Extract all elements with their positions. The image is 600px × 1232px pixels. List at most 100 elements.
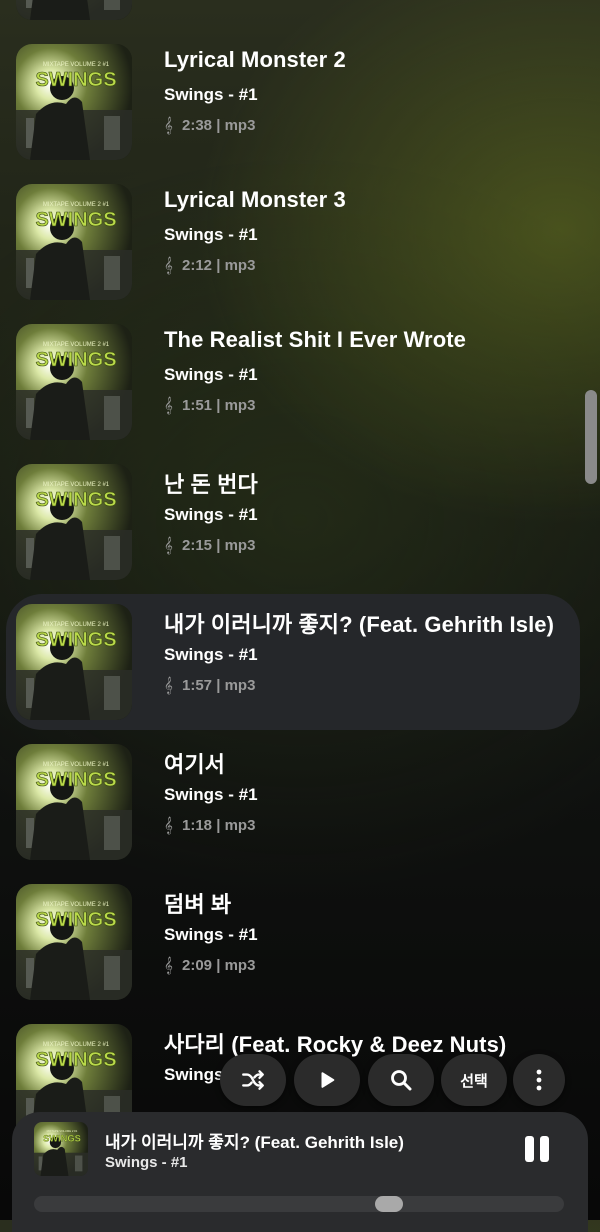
track-meta: 𝄞 2:09 | mp3 (164, 957, 255, 974)
album-art-image: MIXTAPE VOLUME 2 #1 SWINGS (16, 324, 132, 440)
track-artist: Swings - #1 (164, 85, 258, 104)
track-title: 난 돈 번다 (164, 472, 258, 497)
track-artist: Swings - #1 (164, 645, 258, 664)
track-row[interactable]: MIXTAPE VOLUME 2 #1 SWINGS 여기서 Swings - #… (6, 734, 580, 870)
track-row[interactable]: MIXTAPE VOLUME 2 #1 SWINGS Lyrical Monst… (6, 34, 580, 170)
album-art-caption: MIXTAPE VOLUME 2 #1 (43, 762, 110, 768)
track-title: 여기서 (164, 752, 226, 777)
progress-bar[interactable] (34, 1196, 564, 1212)
now-playing-artist: Swings - #1 (105, 1154, 188, 1171)
shuffle-icon (242, 1070, 264, 1090)
album-art-image: MIXTAPE VOLUME 2 #1 SWINGS (34, 1122, 88, 1176)
track-meta: 𝄞 2:38 | mp3 (164, 117, 255, 134)
album-art-image: MIXTAPE VOLUME 2 #1 SWINGS (16, 184, 132, 300)
album-art-caption: MIXTAPE VOLUME 2 #1 (43, 342, 110, 348)
track-meta: 𝄞 1:51 | mp3 (164, 397, 255, 414)
music-note-icon: 𝄞 (164, 957, 173, 974)
pause-icon (525, 1136, 534, 1162)
meta-separator: | (212, 257, 225, 274)
track-format: mp3 (224, 537, 256, 554)
scrollbar-thumb[interactable] (585, 390, 597, 484)
album-art-wordmark: SWINGS (35, 909, 116, 931)
track-album-art: MIXTAPE VOLUME 2 #1 SWINGS (16, 744, 132, 860)
album-art-image: MIXTAPE VOLUME 2 #1 SWINGS (16, 884, 132, 1000)
album-art-caption: MIXTAPE VOLUME 2 #1 (47, 1129, 78, 1133)
now-playing-title: 내가 이러니까 좋지? (Feat. Gehrith Isle) (105, 1133, 404, 1152)
music-note-icon: 𝄞 (164, 117, 173, 134)
track-row[interactable]: MIXTAPE VOLUME 2 #1 SWINGS 덤벼 봐 Swings - … (6, 874, 580, 1010)
album-art-wordmark: SWINGS (35, 209, 116, 231)
album-art-image: MIXTAPE VOLUME 2 #1 SWINGS (16, 604, 132, 720)
track-row[interactable]: MIXTAPE VOLUME 2 #1 SWINGS 난 돈 번다 Swings … (6, 454, 580, 590)
track-duration: 1:51 (182, 397, 213, 414)
track-format: mp3 (224, 817, 256, 834)
track-format: mp3 (224, 397, 256, 414)
select-button-label: 선택 (460, 1072, 488, 1090)
track-title: Lyrical Monster 3 (164, 187, 346, 212)
track-album-art: MIXTAPE VOLUME 2 #1 SWINGS (16, 44, 132, 160)
track-format: mp3 (224, 677, 256, 694)
track-title: Lyrical Monster 2 (164, 47, 346, 72)
more-options-button[interactable] (513, 1054, 565, 1106)
progress-handle[interactable] (375, 1196, 403, 1212)
track-row[interactable]: MIXTAPE VOLUME 2 #1 SWINGS 𝄞2:05 | mp3 (6, 0, 580, 30)
track-album-art: MIXTAPE VOLUME 2 #1 SWINGS (16, 884, 132, 1000)
mini-player[interactable]: MIXTAPE VOLUME 2 #1 SWINGS 내가 이러니까 좋지? (… (12, 1112, 588, 1232)
track-artist: Swings - #1 (164, 785, 258, 804)
album-art-image: MIXTAPE VOLUME 2 #1 SWINGS (16, 44, 132, 160)
track-title: 내가 이러니까 좋지? (Feat. Gehrith Isle) (164, 612, 555, 637)
track-meta: 𝄞 1:57 | mp3 (164, 677, 255, 694)
track-artist: Swings - #1 (164, 925, 258, 944)
album-art-wordmark: SWINGS (43, 1134, 81, 1144)
music-note-icon: 𝄞 (164, 537, 173, 554)
meta-separator: | (212, 677, 225, 694)
shuffle-button[interactable] (220, 1054, 286, 1106)
track-meta: 𝄞 2:15 | mp3 (164, 537, 255, 554)
meta-separator: | (212, 957, 225, 974)
meta-separator: | (212, 537, 225, 554)
album-art-image: MIXTAPE VOLUME 2 #1 SWINGS (16, 464, 132, 580)
album-art-caption: MIXTAPE VOLUME 2 #1 (43, 482, 110, 488)
track-artist: Swings - #1 (164, 225, 258, 244)
search-button[interactable] (368, 1054, 434, 1106)
track-format: mp3 (224, 257, 256, 274)
track-duration: 1:18 (182, 817, 213, 834)
track-album-art: MIXTAPE VOLUME 2 #1 SWINGS (16, 324, 132, 440)
album-art-caption: MIXTAPE VOLUME 2 #1 (43, 902, 110, 908)
track-album-art: MIXTAPE VOLUME 2 #1 SWINGS (16, 0, 132, 20)
music-note-icon: 𝄞 (164, 817, 173, 834)
pause-button[interactable] (525, 1136, 553, 1162)
play-all-button[interactable] (294, 1054, 360, 1106)
track-duration: 2:15 (182, 537, 213, 554)
track-duration: 2:09 (182, 957, 213, 974)
track-row[interactable]: MIXTAPE VOLUME 2 #1 SWINGS 내가 이러니까 좋지? (… (6, 594, 580, 730)
album-art-caption: MIXTAPE VOLUME 2 #1 (43, 62, 110, 68)
meta-separator: | (212, 817, 225, 834)
album-art-wordmark: SWINGS (35, 349, 116, 371)
music-note-icon: 𝄞 (164, 397, 173, 414)
track-artist: Swings - #1 (164, 365, 258, 384)
track-format: mp3 (224, 957, 256, 974)
play-icon (321, 1072, 335, 1088)
search-icon (391, 1070, 412, 1091)
select-button[interactable]: 선택 (441, 1054, 507, 1106)
track-duration: 2:38 (182, 117, 213, 134)
action-toolbar: 선택 (0, 1054, 600, 1108)
track-format: mp3 (224, 117, 256, 134)
track-album-art: MIXTAPE VOLUME 2 #1 SWINGS (16, 604, 132, 720)
meta-separator: | (212, 117, 225, 134)
now-playing-album-art: MIXTAPE VOLUME 2 #1 SWINGS (34, 1122, 88, 1176)
album-art-caption: MIXTAPE VOLUME 2 #1 (43, 1042, 110, 1048)
album-art-image: MIXTAPE VOLUME 2 #1 SWINGS (16, 0, 132, 20)
track-meta: 𝄞 2:12 | mp3 (164, 257, 255, 274)
track-title: 덤벼 봐 (164, 892, 232, 917)
track-row[interactable]: MIXTAPE VOLUME 2 #1 SWINGS Lyrical Monst… (6, 174, 580, 310)
album-art-caption: MIXTAPE VOLUME 2 #1 (43, 622, 110, 628)
album-art-wordmark: SWINGS (35, 489, 116, 511)
music-note-icon: 𝄞 (164, 677, 173, 694)
track-row[interactable]: MIXTAPE VOLUME 2 #1 SWINGS The Realist S… (6, 314, 580, 450)
track-duration: 1:57 (182, 677, 213, 694)
track-album-art: MIXTAPE VOLUME 2 #1 SWINGS (16, 464, 132, 580)
track-meta: 𝄞 1:18 | mp3 (164, 817, 255, 834)
album-art-image: MIXTAPE VOLUME 2 #1 SWINGS (16, 744, 132, 860)
